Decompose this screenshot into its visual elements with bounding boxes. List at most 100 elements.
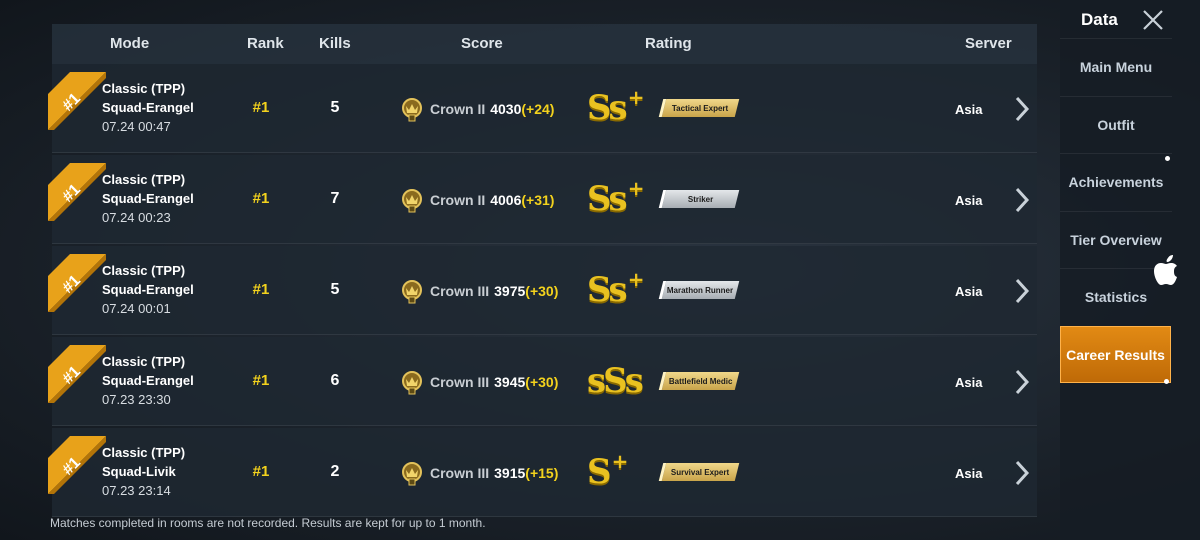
map-name: Squad-Erangel [102,282,194,297]
match-date: 07.23 23:14 [102,483,171,498]
tier-name: Crown III [430,465,490,481]
table-header: Mode Rank Kills Score Rating Server [52,24,1037,64]
match-mode: Classic (TPP) Squad-Erangel 07.24 00:23 [102,170,194,227]
tier-name: Crown III [430,374,490,390]
score-value: 3915 [494,465,526,481]
match-row[interactable]: #1 Classic (TPP) Squad-Erangel 07.24 00:… [48,246,1037,335]
chevron-right-icon[interactable] [1014,369,1030,395]
rating-grade: Ss + [587,87,644,131]
map-name: Squad-Erangel [102,373,194,388]
match-server: Asia [955,466,983,481]
match-date: 07.24 00:47 [102,119,171,134]
match-mode: Classic (TPP) Squad-Erangel 07.24 00:01 [102,261,194,318]
chevron-right-icon[interactable] [1014,96,1030,122]
match-kills: 7 [330,190,340,207]
grade-letters: S [587,452,612,492]
chevron-right-icon[interactable] [1014,278,1030,304]
apple-logo-icon [1154,255,1177,285]
header-server: Server [965,35,1012,52]
mode-name: Classic (TPP) [102,172,186,187]
header-rating: Rating [645,35,692,52]
grade-plus: + [627,176,645,200]
sidebar-item-outfit[interactable]: Outfit [1060,95,1172,153]
match-date: 07.23 23:30 [102,392,171,407]
match-rank: #1 [252,281,270,298]
first-place-ribbon: #1 [48,163,106,221]
match-date: 07.24 00:01 [102,301,171,316]
match-row[interactable]: #1 Classic (TPP) Squad-Erangel 07.24 00:… [48,64,1037,153]
rating-grade: S + [587,451,628,495]
rating-grade: sSs [587,360,644,404]
score-delta: (+24) [521,101,555,117]
score-value: 3945 [494,374,526,390]
match-score: Crown III 3975 (+30) [398,277,558,305]
grade-plus: + [611,449,629,473]
grade-plus: + [627,85,645,109]
sidebar-item-career-results[interactable]: Career Results [1060,326,1171,383]
match-kills: 2 [330,463,340,480]
tier-name: Crown II [430,192,486,208]
header-rank: Rank [247,35,284,52]
match-mode: Classic (TPP) Squad-Erangel 07.24 00:47 [102,79,194,136]
score-delta: (+30) [525,283,559,299]
mode-name: Classic (TPP) [102,81,186,96]
first-place-ribbon: #1 [48,345,106,403]
header-score: Score [461,35,503,52]
grade-letters: Ss [587,270,628,310]
match-row[interactable]: #1 Classic (TPP) Squad-Erangel 07.23 23:… [48,337,1037,426]
rating-badge: Striker [658,190,740,208]
sidebar-item-achievements[interactable]: Achievements [1060,153,1172,210]
badge-label: Battlefield Medic [668,376,733,386]
rating-badge: Marathon Runner [658,281,740,299]
match-mode: Classic (TPP) Squad-Livik 07.23 23:14 [102,443,185,500]
match-mode: Classic (TPP) Squad-Erangel 07.23 23:30 [102,352,194,409]
map-name: Squad-Erangel [102,100,194,115]
match-server: Asia [955,193,983,208]
match-date: 07.24 00:23 [102,210,171,225]
rating-grade: Ss + [587,178,644,222]
sidebar-item-main-menu[interactable]: Main Menu [1060,38,1172,95]
match-score: Crown II 4006 (+31) [398,186,554,214]
sidebar-title: Data [1081,10,1118,29]
indicator-dot [1165,156,1170,161]
rating-grade: Ss + [587,269,644,313]
chevron-right-icon[interactable] [1014,187,1030,213]
mode-name: Classic (TPP) [102,354,186,369]
crown-tier-icon [402,371,422,395]
rating-badge: Battlefield Medic [658,372,740,390]
match-row[interactable]: #1 Classic (TPP) Squad-Erangel 07.24 00:… [48,155,1037,244]
match-kills: 5 [330,99,340,116]
crown-tier-icon [402,98,422,122]
score-value: 3975 [494,283,526,299]
grade-letters: sSs [587,361,644,401]
career-results-screen: Mode Rank Kills Score Rating Server #1 C… [0,0,1200,540]
score-delta: (+31) [521,192,555,208]
crown-tier-icon [402,280,422,304]
score-delta: (+30) [525,374,559,390]
match-server: Asia [955,375,983,390]
crown-tier-icon [402,189,422,213]
match-history-table: Mode Rank Kills Score Rating Server #1 C… [48,24,1037,517]
rating-badge: Survival Expert [658,463,740,481]
mode-name: Classic (TPP) [102,263,186,278]
indicator-dot [1164,379,1169,384]
mode-name: Classic (TPP) [102,445,186,460]
match-kills: 5 [330,281,340,298]
header-kills: Kills [319,35,351,52]
match-server: Asia [955,284,983,299]
grade-letters: Ss [587,88,628,128]
match-score: Crown II 4030 (+24) [398,95,554,123]
badge-label: Marathon Runner [667,285,734,295]
close-icon[interactable] [1141,8,1165,32]
match-server: Asia [955,102,983,117]
tier-name: Crown II [430,101,486,117]
first-place-ribbon: #1 [48,436,106,494]
match-rank: #1 [252,99,270,116]
chevron-right-icon[interactable] [1014,460,1030,486]
badge-label: Striker [687,194,714,204]
badge-label: Tactical Expert [672,103,729,113]
score-value: 4006 [490,192,522,208]
header-mode: Mode [110,35,150,52]
crown-tier-icon [402,462,422,486]
match-row[interactable]: #1 Classic (TPP) Squad-Livik 07.23 23:14… [48,428,1037,517]
